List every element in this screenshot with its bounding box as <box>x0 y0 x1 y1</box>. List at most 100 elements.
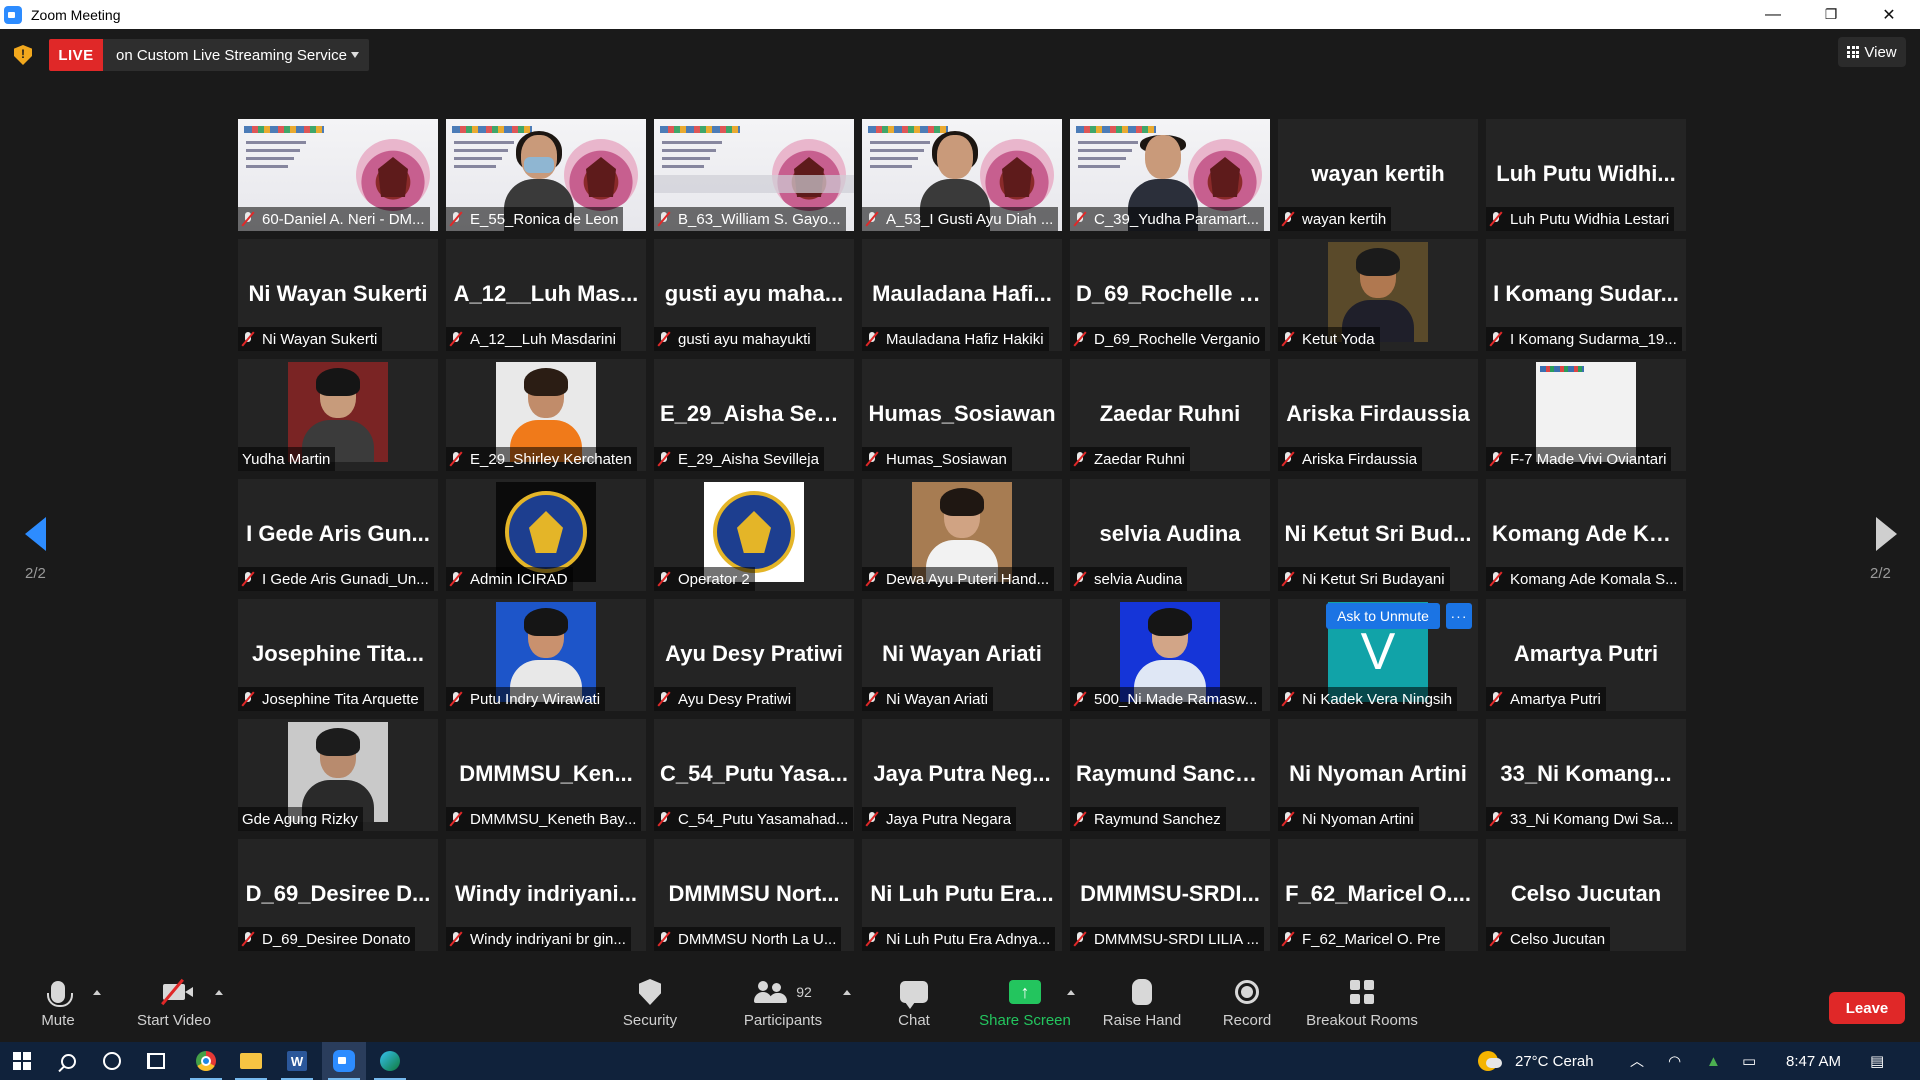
participant-name-label: C_39_Yudha Paramart... <box>1070 207 1265 231</box>
encryption-shield-icon[interactable]: ! <box>14 45 32 65</box>
participant-tile[interactable]: Admin ICIRAD <box>446 479 646 591</box>
participant-tile[interactable]: Zaedar Ruhni Zaedar Ruhni <box>1070 359 1270 471</box>
muted-mic-icon <box>450 211 462 227</box>
participant-tile[interactable]: wayan kertih wayan kertih <box>1278 119 1478 231</box>
video-options-caret[interactable] <box>215 990 223 995</box>
participant-tile[interactable]: Celso Jucutan Celso Jucutan <box>1486 839 1686 951</box>
taskbar-edge[interactable] <box>368 1042 412 1080</box>
participant-tile[interactable]: I Komang Sudar... I Komang Sudarma_19... <box>1486 239 1686 351</box>
taskbar-chrome[interactable] <box>184 1042 228 1080</box>
minimize-button[interactable]: — <box>1744 0 1802 29</box>
taskbar-search-button[interactable] <box>46 1042 90 1080</box>
participant-tile[interactable]: D_69_Rochelle V... D_69_Rochelle Verganio <box>1070 239 1270 351</box>
participant-tile[interactable]: A_53_I Gusti Ayu Diah ... <box>862 119 1062 231</box>
wifi-icon[interactable]: ◠ <box>1668 1042 1681 1080</box>
clock[interactable]: 8:47 AM <box>1786 1042 1841 1080</box>
leave-button[interactable]: Leave <box>1829 992 1905 1024</box>
participant-tile[interactable]: Humas_Sosiawan Humas_Sosiawan <box>862 359 1062 471</box>
task-view-button[interactable] <box>134 1042 178 1080</box>
participant-name: Ni Kadek Vera Ningsih <box>1302 690 1453 708</box>
participant-tile[interactable]: 500_Ni Made Ramasw... <box>1070 599 1270 711</box>
participant-tile[interactable]: Josephine Tita... Josephine Tita Arquette <box>238 599 438 711</box>
mute-button[interactable]: Mute <box>38 976 78 1036</box>
participant-tile[interactable]: Ni Luh Putu Era... Ni Luh Putu Era Adnya.… <box>862 839 1062 951</box>
share-screen-button[interactable]: ↑ Share Screen <box>978 976 1072 1036</box>
participant-tile[interactable]: Windy indriyani... Windy indriyani br gin… <box>446 839 646 951</box>
share-options-caret[interactable] <box>1067 990 1075 995</box>
notifications-icon[interactable]: ▤ <box>1870 1042 1884 1080</box>
participant-tile[interactable]: Komang Ade Ko... Komang Ade Komala S... <box>1486 479 1686 591</box>
participant-tile[interactable]: selvia Audina selvia Audina <box>1070 479 1270 591</box>
participant-tile[interactable]: Gde Agung Rizky <box>238 719 438 831</box>
participant-tile[interactable]: A_12__Luh Mas... A_12__Luh Masdarini <box>446 239 646 351</box>
participants-options-caret[interactable] <box>843 990 851 995</box>
more-options-button[interactable]: ··· <box>1446 603 1472 629</box>
raise-hand-button[interactable]: Raise Hand <box>1100 976 1184 1036</box>
participant-tile[interactable]: Ni Ketut Sri Bud... Ni Ketut Sri Budayani <box>1278 479 1478 591</box>
participant-name-label: Gde Agung Rizky <box>238 807 363 831</box>
participant-tile[interactable]: Dewa Ayu Puteri Hand... <box>862 479 1062 591</box>
participant-tile[interactable]: DMMMSU_Ken... DMMMSU_Keneth Bay... <box>446 719 646 831</box>
participant-name-label: Ni Wayan Sukerti <box>238 327 383 351</box>
chevron-up-icon[interactable]: ︿ <box>1630 1042 1644 1080</box>
start-video-button[interactable]: Start Video <box>132 976 216 1036</box>
taskbar-zoom[interactable] <box>322 1042 366 1080</box>
participant-tile[interactable]: E_55_Ronica de Leon <box>446 119 646 231</box>
participant-name: B_63_William S. Gayo... <box>678 210 841 228</box>
participant-tile[interactable]: Putu Indry Wirawati <box>446 599 646 711</box>
security-button[interactable]: Security <box>618 976 682 1036</box>
participant-tile[interactable]: Ni Nyoman Artini Ni Nyoman Artini <box>1278 719 1478 831</box>
participant-name: Ni Luh Putu Era Adnya... <box>886 930 1051 948</box>
live-streaming-dropdown[interactable]: on Custom Live Streaming Service <box>103 39 369 71</box>
participant-tile[interactable]: Ni Wayan Sukerti Ni Wayan Sukerti <box>238 239 438 351</box>
participant-tile[interactable]: C_54_Putu Yasa... C_54_Putu Yasamahad... <box>654 719 854 831</box>
ask-to-unmute-button[interactable]: Ask to Unmute <box>1326 603 1440 629</box>
network-status-icon[interactable]: ▲ <box>1706 1042 1721 1080</box>
breakout-rooms-button[interactable]: Breakout Rooms <box>1304 976 1420 1036</box>
start-button[interactable] <box>0 1042 44 1080</box>
audio-options-caret[interactable] <box>93 990 101 995</box>
participant-tile[interactable]: E_29_Aisha Sevil... E_29_Aisha Sevilleja <box>654 359 854 471</box>
view-button[interactable]: View <box>1838 37 1906 67</box>
participant-tile[interactable]: DMMMSU-SRDI... DMMMSU-SRDI LILIA ... <box>1070 839 1270 951</box>
participant-tile[interactable]: 60-Daniel A. Neri - DM... <box>238 119 438 231</box>
participant-tile[interactable]: Operator 2 <box>654 479 854 591</box>
participant-tile[interactable]: F-7 Made Vivi Oviantari <box>1486 359 1686 471</box>
close-button[interactable]: ✕ <box>1860 0 1918 29</box>
participant-name: E_55_Ronica de Leon <box>470 210 619 228</box>
participant-tile[interactable]: Ketut Yoda <box>1278 239 1478 351</box>
participant-tile[interactable]: gusti ayu maha... gusti ayu mahayukti <box>654 239 854 351</box>
participant-tile[interactable]: F_62_Maricel O.... F_62_Maricel O. Pre <box>1278 839 1478 951</box>
participant-tile[interactable]: Amartya Putri Amartya Putri <box>1486 599 1686 711</box>
muted-mic-icon <box>450 571 462 587</box>
participant-tile[interactable]: Mauladana Hafi... Mauladana Hafiz Hakiki <box>862 239 1062 351</box>
participant-tile[interactable]: Ariska Firdaussia Ariska Firdaussia <box>1278 359 1478 471</box>
muted-mic-icon <box>1490 331 1502 347</box>
participant-tile[interactable]: I Gede Aris Gun... I Gede Aris Gunadi_Un.… <box>238 479 438 591</box>
participant-tile[interactable]: Yudha Martin <box>238 359 438 471</box>
chat-button[interactable]: Chat <box>892 976 936 1036</box>
participant-tile[interactable]: Luh Putu Widhi... Luh Putu Widhia Lestari <box>1486 119 1686 231</box>
restore-button[interactable]: ❐ <box>1802 0 1860 29</box>
participant-tile[interactable]: Ayu Desy Pratiwi Ayu Desy Pratiwi <box>654 599 854 711</box>
participant-tile[interactable]: 33_Ni Komang... 33_Ni Komang Dwi Sa... <box>1486 719 1686 831</box>
taskbar-word[interactable]: W <box>275 1042 319 1080</box>
weather-text[interactable]: 27°C Cerah <box>1515 1042 1594 1080</box>
cortana-button[interactable] <box>90 1042 134 1080</box>
participant-name: Dewa Ayu Puteri Hand... <box>886 570 1050 588</box>
view-label: View <box>1864 43 1897 61</box>
participant-tile[interactable]: D_69_Desiree D... D_69_Desiree Donato <box>238 839 438 951</box>
participant-tile[interactable]: DMMMSU Nort... DMMMSU North La U... <box>654 839 854 951</box>
participant-tile[interactable]: Ni Wayan Ariati Ni Wayan Ariati <box>862 599 1062 711</box>
participant-tile[interactable]: Raymund Sanch... Raymund Sanchez <box>1070 719 1270 831</box>
taskbar-file-explorer[interactable] <box>229 1042 273 1080</box>
participant-tile[interactable]: B_63_William S. Gayo... <box>654 119 854 231</box>
participant-tile[interactable]: E_29_Shirley Kerchaten <box>446 359 646 471</box>
battery-icon[interactable]: ▭ <box>1742 1042 1756 1080</box>
record-button[interactable]: Record <box>1220 976 1274 1036</box>
participant-name: Mauladana Hafiz Hakiki <box>886 330 1044 348</box>
participant-name-label: gusti ayu mahayukti <box>654 327 816 351</box>
participants-button[interactable]: 92 Participants <box>738 976 828 1036</box>
participant-tile[interactable]: Jaya Putra Neg... Jaya Putra Negara <box>862 719 1062 831</box>
participant-tile[interactable]: C_39_Yudha Paramart... <box>1070 119 1270 231</box>
